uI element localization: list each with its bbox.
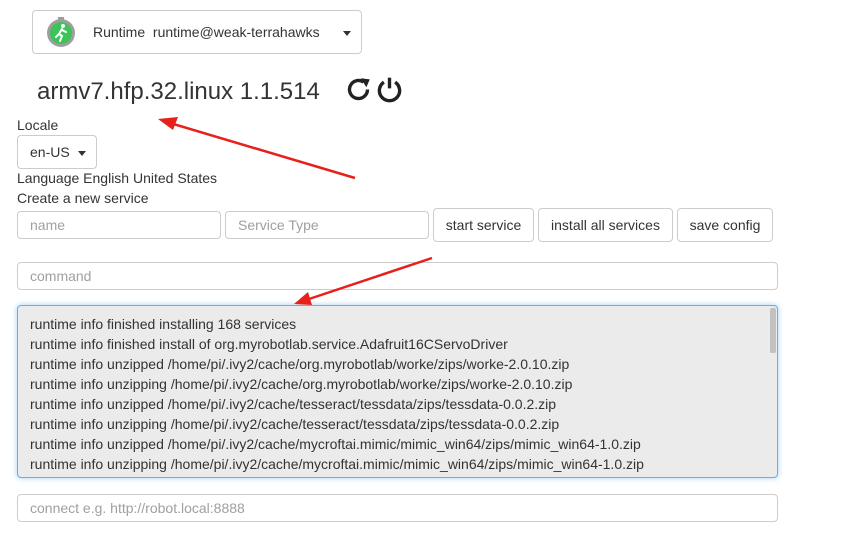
service-name-input[interactable] (17, 211, 221, 239)
create-service-label: Create a new service (17, 190, 149, 206)
power-icon[interactable] (376, 76, 403, 103)
install-all-services-button[interactable]: install all services (538, 208, 673, 242)
chevron-down-icon (343, 31, 351, 36)
page-title: armv7.hfp.32.linux 1.1.514 (37, 78, 320, 105)
locale-value: en-US (30, 144, 70, 160)
log-line: runtime info unzipped /home/pi/.ivy2/cac… (30, 396, 557, 412)
chevron-down-icon (78, 151, 86, 156)
locale-select[interactable]: en-US (17, 135, 97, 169)
refresh-icon[interactable] (345, 76, 372, 103)
runtime-select[interactable]: Runtime runtime@weak-terrahawks (32, 10, 362, 54)
annotation-arrow (158, 117, 356, 180)
language-text: Language English United States (17, 170, 218, 186)
log-line: runtime info unzipped /home/pi/.ivy2/cac… (30, 436, 641, 452)
log-line: runtime info finished install of org.myr… (30, 336, 508, 352)
log-line: runtime info unzipping /home/pi/.ivy2/ca… (30, 416, 560, 432)
log-line: runtime info unzipped /home/pi/.ivy2/cac… (30, 356, 570, 372)
save-config-button[interactable]: save config (677, 208, 773, 242)
log-scrollbar[interactable] (770, 308, 776, 353)
log-line: runtime info finished installing 168 ser… (30, 316, 297, 332)
running-man-icon (47, 17, 75, 47)
command-input[interactable] (17, 262, 778, 290)
log-line: runtime info unzipping /home/pi/.ivy2/ca… (30, 376, 573, 392)
connect-input[interactable] (17, 494, 778, 522)
start-service-button[interactable]: start service (433, 208, 534, 242)
log-textarea[interactable]: runtime info finished installing 168 ser… (17, 305, 778, 478)
log-line: runtime info unzipping /home/pi/.ivy2/ca… (30, 456, 644, 472)
service-type-input[interactable] (225, 211, 429, 239)
locale-label: Locale (17, 117, 59, 133)
runtime-label: Runtime runtime@weak-terrahawks (93, 24, 320, 40)
